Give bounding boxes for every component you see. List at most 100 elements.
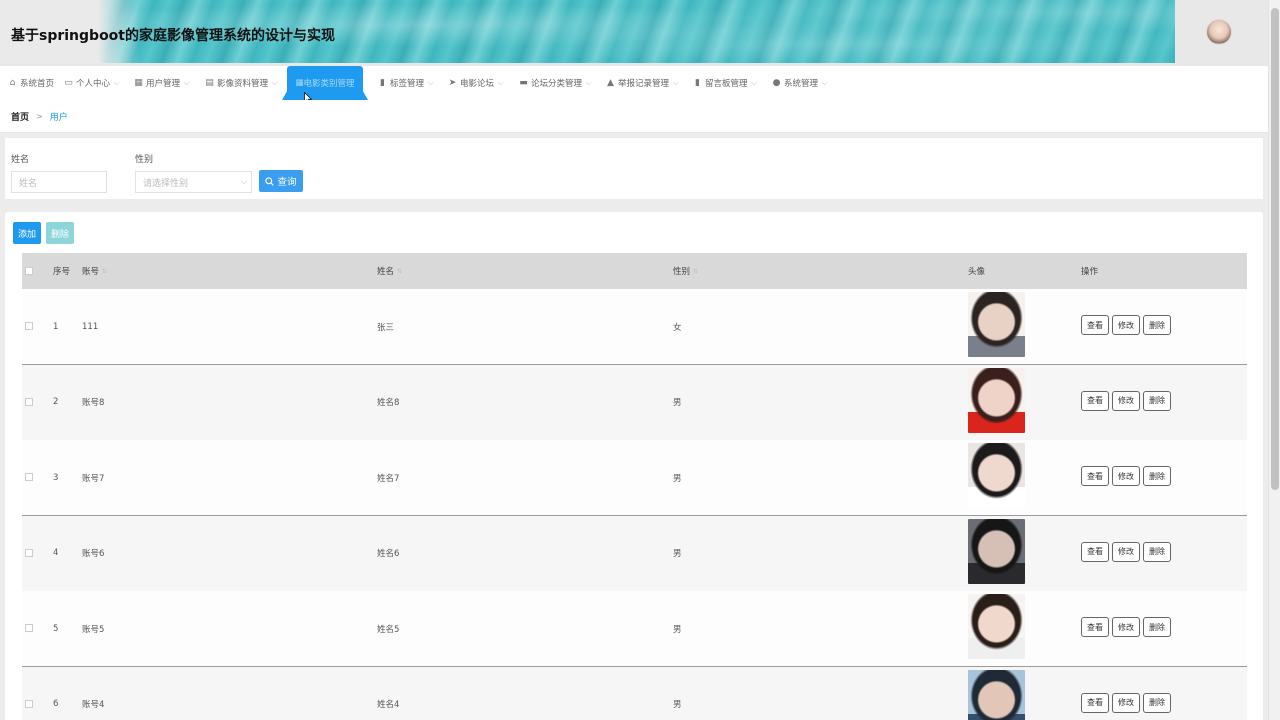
chevron-down-icon: ⌵ [114,78,120,87]
grid-icon: ▦ [134,77,143,88]
row-actions: 查看 修改 删除 [1081,390,1171,411]
avatar-photo[interactable] [968,594,1025,659]
table-row: 6 账号4 姓名4 男 查看 修改 删除 [22,666,1247,720]
view-button[interactable]: 查看 [1081,692,1109,713]
edit-button[interactable]: 修改 [1112,541,1140,562]
home-icon: ⌂ [9,77,16,88]
edit-button[interactable]: 修改 [1112,692,1140,713]
col-account[interactable]: 账号 ⇅ [82,253,107,289]
name-search-input[interactable]: 姓名 [11,171,107,193]
name-label: 姓名 [11,155,30,165]
view-button[interactable]: 查看 [1081,617,1109,637]
query-button-label: 查询 [277,177,297,188]
send-icon: ➤ [448,77,457,88]
nav-item-user-management[interactable]: ▦ 用户管理 ⌵ [134,66,189,100]
breadcrumb-home[interactable]: 首页 [11,110,29,123]
row-checkbox[interactable] [25,548,33,557]
row-checkbox[interactable] [25,322,33,330]
row-checkbox[interactable] [25,397,33,406]
cell-name: 张三 [377,322,395,333]
add-button[interactable]: 添加 [13,222,41,244]
edit-button[interactable]: 修改 [1112,617,1140,637]
nav-label: 留言板管理 [705,79,748,89]
nav-item-movie-forum[interactable]: ➤ 电影论坛 ⌵ [448,66,504,100]
row-checkbox[interactable] [25,473,33,481]
page-scrollbar[interactable] [1268,0,1280,720]
clipboard-icon: ▮ [695,77,700,88]
cell-gender: 女 [673,322,682,333]
view-button[interactable]: 查看 [1081,315,1109,335]
app-header: 基于springboot的家庭影像管理系统的设计与实现 [0,0,1268,66]
avatar-photo[interactable] [968,292,1025,357]
query-button[interactable]: 查询 [259,170,303,192]
cell-name: 姓名8 [377,398,400,408]
nav-item-report-records[interactable]: ▲ 举报记录管理 ⌵ [606,66,678,100]
nav-item-image-data[interactable]: ▤ 影像资料管理 ⌵ [205,66,277,100]
user-icon: ● [772,77,781,88]
gender-placeholder: 请选择性别 [143,178,189,189]
cell-account: 账号4 [82,700,105,710]
view-button[interactable]: 查看 [1081,390,1109,411]
row-checkbox[interactable] [25,624,33,632]
gender-select[interactable]: 请选择性别 ⌵ [135,171,252,193]
cell-account: 账号5 [82,624,105,635]
cell-name: 姓名7 [377,473,400,484]
nav-item-message-board[interactable]: ▮ 留言板管理 ⌵ [693,66,757,100]
sort-icon[interactable]: ⇅ [397,268,402,275]
nav-label: 个人中心 [76,79,111,89]
avatar-photo[interactable] [968,367,1025,433]
chevron-down-icon: ⌵ [428,78,434,87]
avatar-photo[interactable] [968,669,1025,720]
sort-icon[interactable]: ⇅ [102,268,107,275]
delete-button[interactable]: 删除 [1143,315,1171,335]
chevron-down-icon: ⌵ [751,78,757,87]
batch-delete-button[interactable]: 删除 [46,222,74,244]
sort-icon[interactable]: ⇅ [693,268,698,275]
nav-item-home[interactable]: ⌂ 系统首页 [8,66,54,100]
ticket-icon: ▬ [519,77,528,88]
col-name-label: 姓名 [377,267,395,277]
delete-button[interactable]: 删除 [1143,466,1171,486]
grid-icon: ▦ [295,78,304,88]
id-card-icon: ▭ [64,77,73,88]
col-name[interactable]: 姓名 ⇅ [377,253,402,289]
cell-name: 姓名5 [377,624,400,635]
nav-item-personal-center[interactable]: ▭ 个人中心 ⌵ [64,66,119,100]
view-button[interactable]: 查看 [1081,541,1109,562]
scrollbar-thumb[interactable] [1271,8,1279,490]
breadcrumb: 首页 > 用户 [0,100,1268,133]
cell-index: 2 [53,397,59,407]
nav-item-forum-category[interactable]: ▬ 论坛分类管理 ⌵ [519,66,591,100]
nav-item-system-management[interactable]: ● 系统管理 ⌵ [772,66,828,100]
select-all-checkbox[interactable] [25,267,33,275]
edit-button[interactable]: 修改 [1112,315,1140,335]
nav-item-tag-management[interactable]: ▮ 标签管理 ⌵ [378,66,433,100]
table-row: 2 账号8 姓名8 男 查看 修改 删除 [22,364,1247,441]
delete-button[interactable]: 删除 [1143,390,1171,411]
nav-label: 系统首页 [20,79,55,89]
avatar-photo[interactable] [968,518,1025,584]
view-button[interactable]: 查看 [1081,466,1109,486]
chevron-down-icon: ⌵ [586,78,592,87]
row-actions: 查看 修改 删除 [1081,692,1171,713]
edit-button[interactable]: 修改 [1112,466,1140,486]
chevron-down-icon: ⌵ [673,78,679,87]
row-checkbox[interactable] [25,699,33,708]
col-gender[interactable]: 性别 ⇅ [673,253,698,289]
chevron-down-icon: ⌵ [184,78,190,87]
delete-button[interactable]: 删除 [1143,617,1171,637]
avatar-photo[interactable] [968,443,1025,508]
nav-label: 举报记录管理 [618,79,670,89]
table-row: 1 111 张三 女 查看 修改 删除 [22,289,1247,365]
breadcrumb-separator: > [36,111,43,121]
col-avatar: 头像 [968,267,986,277]
edit-button[interactable]: 修改 [1112,390,1140,411]
table-panel: 添加 删除 序号 账号 ⇅ 姓名 ⇅ 性别 ⇅ 头像 操作 1 111 张三 女… [5,212,1263,720]
message-icon: ▤ [205,77,214,88]
delete-button[interactable]: 删除 [1143,541,1171,562]
row-actions: 查看 修改 删除 [1081,541,1171,562]
nav-label: 系统管理 [784,79,819,89]
delete-button[interactable]: 删除 [1143,692,1171,713]
user-avatar[interactable] [1206,19,1232,45]
nav-item-movie-category[interactable]: ▦ 电影类别管理 [282,66,368,100]
